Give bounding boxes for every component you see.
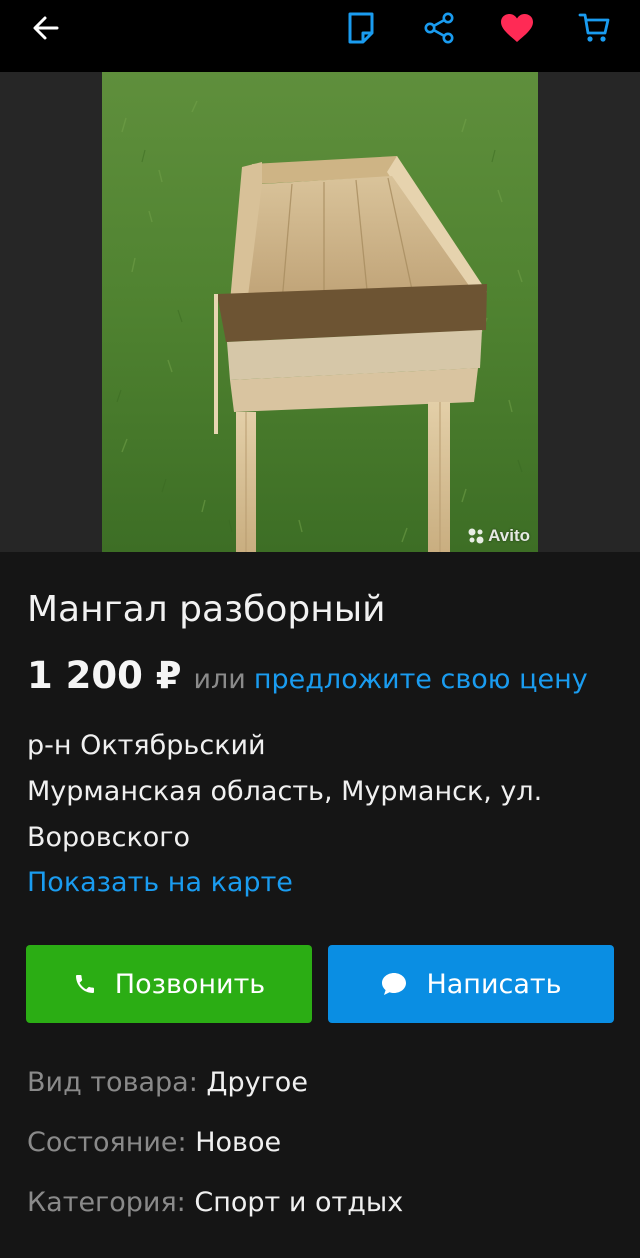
address-line-1: Мурманская область, Мурманск, ул. — [27, 776, 543, 807]
arrow-left-icon — [33, 16, 59, 40]
param-value: Спорт и отдых — [194, 1187, 404, 1218]
call-button[interactable]: Позвонить — [26, 945, 312, 1023]
cart-button[interactable] — [570, 0, 620, 56]
param-label: Вид товара: — [27, 1067, 198, 1098]
listing-details: Мангал разборный 1 200 ₽ или предложите св… — [0, 552, 640, 1258]
listing-photo-image — [102, 72, 538, 552]
param-item-type: Вид товара: Другое — [27, 1066, 308, 1100]
price: 1 200 ₽ — [27, 654, 182, 697]
param-label: Категория: — [27, 1187, 186, 1218]
show-on-map-link[interactable]: Показать на карте — [27, 867, 293, 899]
param-condition: Состояние: Новое — [27, 1126, 281, 1160]
chat-bubble-icon — [382, 973, 407, 995]
cart-icon — [578, 13, 610, 42]
district: р-н Октябрьский — [27, 730, 266, 761]
back-button[interactable] — [20, 0, 72, 56]
listing-title: Мангал разборный — [27, 589, 386, 630]
favorite-button[interactable] — [492, 0, 542, 56]
photo-watermark: Avito — [467, 526, 530, 546]
photo-gallery[interactable]: Avito — [0, 72, 640, 552]
price-row: 1 200 ₽ или предложите свою цену — [27, 652, 588, 700]
param-value: Другое — [206, 1067, 308, 1098]
avito-logo-icon — [468, 528, 484, 544]
watermark-text: Avito — [488, 526, 530, 545]
phone-icon — [75, 975, 94, 993]
param-category: Категория: Спорт и отдых — [27, 1186, 403, 1220]
write-button[interactable]: Написать — [328, 945, 614, 1023]
share-icon — [424, 12, 454, 44]
param-label: Состояние: — [27, 1127, 187, 1158]
listing-photo[interactable]: Avito — [102, 72, 538, 552]
note-icon — [348, 12, 374, 44]
write-button-label: Написать — [426, 968, 562, 1000]
offer-price-link[interactable]: предложите свою цену — [254, 664, 588, 695]
or-text: или — [193, 664, 246, 695]
share-button[interactable] — [414, 0, 464, 56]
param-value: Новое — [195, 1127, 282, 1158]
heart-icon — [501, 14, 533, 42]
top-bar — [0, 0, 640, 72]
call-button-label: Позвонить — [114, 968, 266, 1000]
note-button[interactable] — [336, 0, 386, 56]
address-line-2: Воровского — [27, 822, 190, 853]
